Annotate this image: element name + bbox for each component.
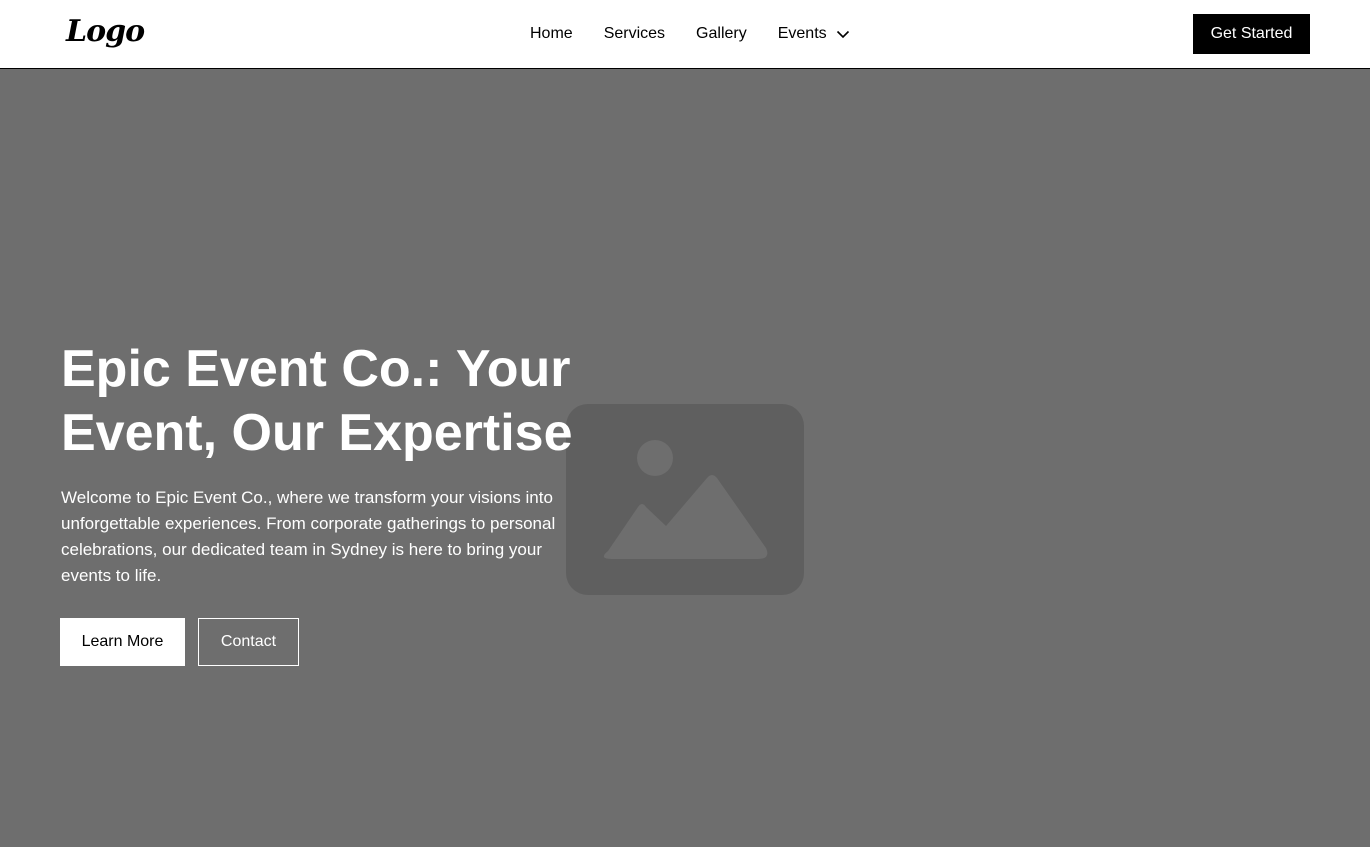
contact-button[interactable]: Contact [198,618,299,666]
main-nav: Home Services Gallery Events [530,24,850,44]
nav-gallery-link[interactable]: Gallery [696,25,747,43]
hero-title: Epic Event Co.: Your Event, Our Expertis… [61,340,573,462]
get-started-button[interactable]: Get Started [1193,14,1310,54]
hero-section: Epic Event Co.: Your Event, Our Expertis… [0,69,1370,847]
nav-events-label: Events [777,25,827,42]
nav-events-dropdown[interactable]: Events [778,25,850,43]
top-navbar: Logo Home Services Gallery Events Get St… [0,0,1370,69]
chevron-down-icon [836,30,849,39]
image-placeholder-icon [566,404,804,595]
logo[interactable]: Logo [66,14,145,49]
learn-more-button[interactable]: Learn More [60,618,185,666]
hero-description: Welcome to Epic Event Co., where we tran… [61,488,556,585]
nav-home-link[interactable]: Home [530,25,573,43]
nav-services-link[interactable]: Services [604,25,665,43]
